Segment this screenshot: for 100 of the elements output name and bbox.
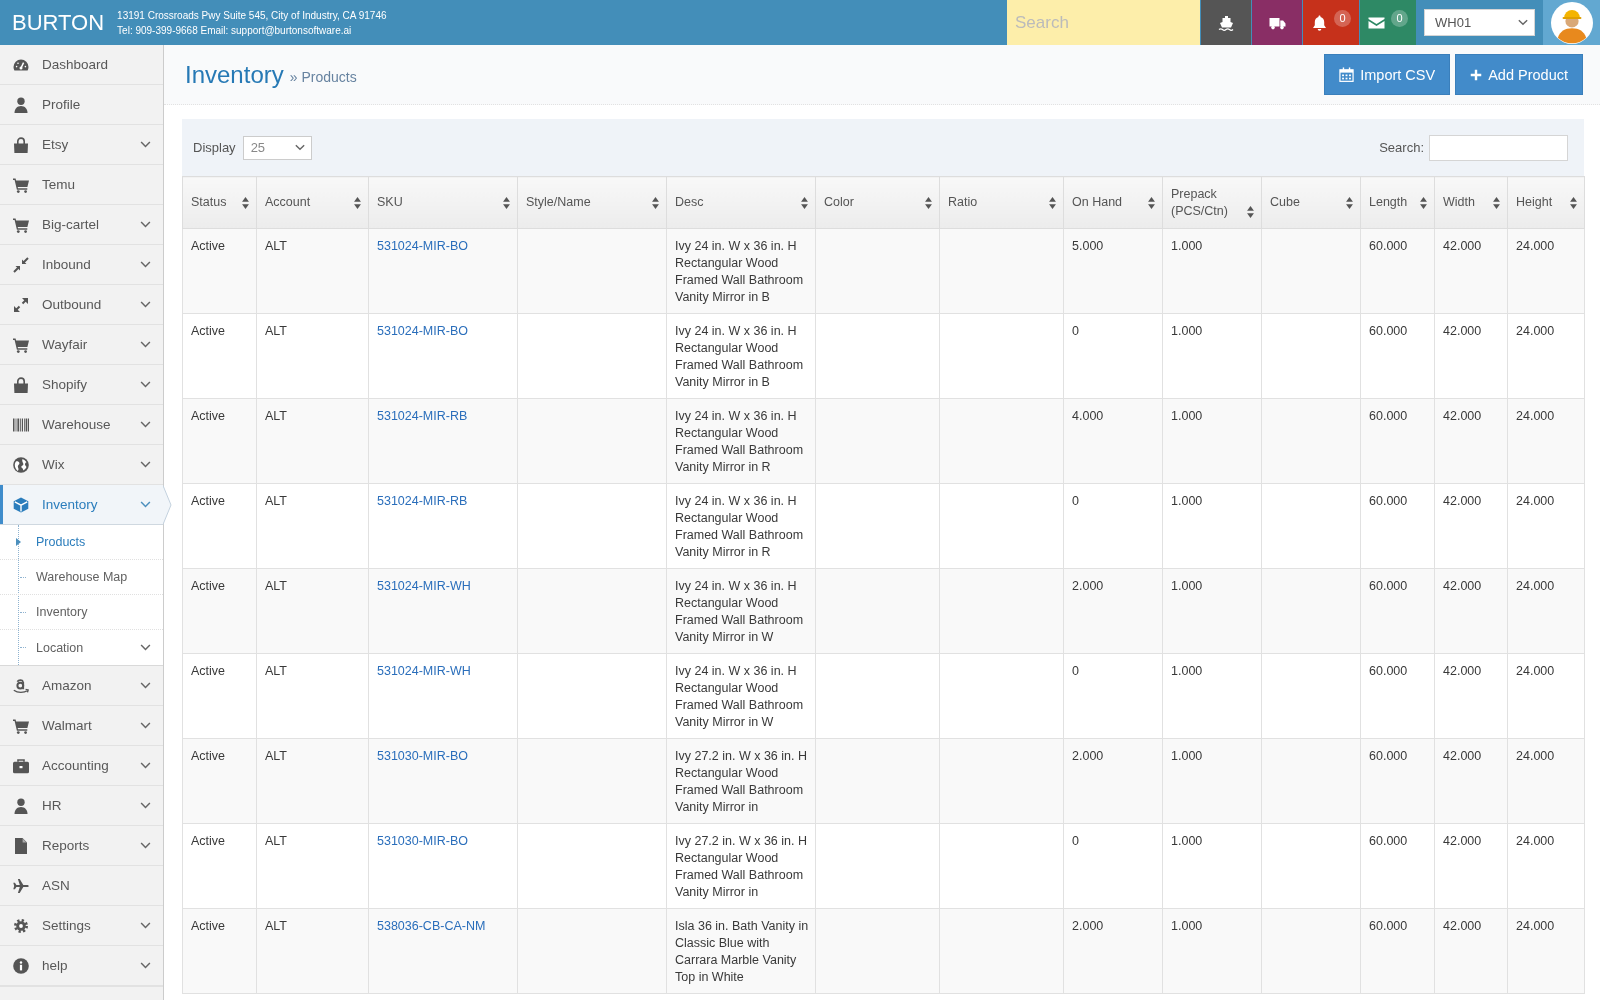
table-cell: 60.000 bbox=[1360, 823, 1435, 909]
sidebar-item[interactable]: Wayfair bbox=[0, 325, 163, 365]
shopping-bag-icon bbox=[12, 376, 30, 393]
search-field[interactable]: Search bbox=[1007, 0, 1200, 45]
add-product-button[interactable]: Add Product bbox=[1455, 54, 1583, 95]
info-icon bbox=[12, 957, 30, 974]
sort-icon bbox=[503, 197, 510, 209]
table-cell: 24.000 bbox=[1507, 738, 1585, 824]
sidebar-item[interactable]: Warehouse bbox=[0, 405, 163, 445]
page-size-select[interactable]: 25 bbox=[242, 135, 312, 160]
column-header[interactable]: Length bbox=[1360, 176, 1435, 229]
table-cell: 42.000 bbox=[1434, 823, 1508, 909]
sort-icon bbox=[242, 197, 249, 209]
breadcrumb-text: » Products bbox=[289, 69, 357, 85]
table-cell: Isla 36 in. Bath Vanity in Classic Blue with Carrara Marble Vanity Top in White bbox=[666, 908, 816, 994]
calendar-icon bbox=[1339, 67, 1355, 82]
sku-link[interactable]: 531024-MIR-RB bbox=[377, 409, 468, 423]
table-cell: Active bbox=[182, 483, 257, 569]
chevron-down-icon bbox=[140, 762, 151, 769]
table-cell: 42.000 bbox=[1434, 908, 1508, 994]
sort-icon bbox=[354, 197, 361, 209]
import-csv-button[interactable]: Import CSV bbox=[1324, 54, 1451, 95]
warehouse-select[interactable]: WH01 bbox=[1424, 9, 1535, 36]
sidebar-item[interactable]: Amazon bbox=[0, 666, 163, 706]
document-icon bbox=[12, 837, 30, 854]
sidebar-item[interactable]: Temu bbox=[0, 165, 163, 205]
search-field[interactable] bbox=[1429, 134, 1568, 161]
column-header[interactable]: Cube bbox=[1261, 176, 1361, 229]
chevron-down-icon bbox=[140, 962, 151, 969]
sidebar-item[interactable]: Big-cartel bbox=[0, 205, 163, 245]
submenu-item[interactable]: Inventory bbox=[0, 595, 163, 630]
brand-name[interactable]: BURTON bbox=[0, 9, 118, 36]
sku-link[interactable]: 531024-MIR-BO bbox=[377, 239, 468, 253]
sort-icon bbox=[1420, 197, 1427, 209]
sidebar-item[interactable]: ASN bbox=[0, 866, 163, 906]
table-cell: 2.000 bbox=[1063, 568, 1163, 654]
table-cell: 1.000 bbox=[1162, 908, 1262, 994]
sku-link[interactable]: 538036-CB-CA-NM bbox=[377, 919, 486, 933]
sku-link[interactable]: 531024-MIR-BO bbox=[377, 324, 468, 338]
column-header[interactable]: Ratio bbox=[939, 176, 1064, 229]
column-header[interactable]: Account bbox=[256, 176, 369, 229]
sidebar-item[interactable]: Dashboard bbox=[0, 45, 163, 85]
sort-icon bbox=[1493, 197, 1500, 209]
table-cell: 42.000 bbox=[1434, 483, 1508, 569]
chevron-down-icon bbox=[140, 802, 151, 809]
sku-link[interactable]: 531024-MIR-RB bbox=[377, 494, 468, 508]
submenu-item[interactable]: Location bbox=[0, 630, 163, 665]
notifications-button[interactable]: 0 bbox=[1303, 0, 1359, 45]
column-header[interactable]: On Hand bbox=[1063, 176, 1163, 229]
table-cell: 0 bbox=[1063, 823, 1163, 909]
table-cell: ALT bbox=[256, 908, 369, 994]
user-menu-button[interactable] bbox=[1543, 0, 1600, 45]
chevron-down-icon bbox=[140, 421, 151, 428]
sidebar-item[interactable]: Outbound bbox=[0, 285, 163, 325]
sidebar-item[interactable]: Inbound bbox=[0, 245, 163, 285]
chevron-down-icon bbox=[294, 144, 305, 151]
sku-link[interactable]: 531030-MIR-BO bbox=[377, 749, 468, 763]
sidebar-item[interactable]: Shopify bbox=[0, 365, 163, 405]
sort-icon bbox=[652, 197, 659, 209]
column-header[interactable]: Status bbox=[182, 176, 257, 229]
sidebar-item[interactable]: Profile bbox=[0, 85, 163, 125]
column-header[interactable]: Prepack (PCS/Ctn) bbox=[1162, 176, 1262, 229]
cart-icon bbox=[12, 717, 30, 734]
column-header[interactable]: Color bbox=[815, 176, 940, 229]
table-cell: 60.000 bbox=[1360, 653, 1435, 739]
ship-button[interactable] bbox=[1201, 0, 1251, 45]
table-cell: ALT bbox=[256, 568, 369, 654]
column-header[interactable]: SKU bbox=[368, 176, 518, 229]
sidebar-item[interactable]: Accounting bbox=[0, 746, 163, 786]
cart-icon bbox=[12, 176, 30, 193]
column-header[interactable]: Desc bbox=[666, 176, 816, 229]
sidebar-item[interactable]: Reports bbox=[0, 826, 163, 866]
sidebar-item[interactable]: Settings bbox=[0, 906, 163, 946]
sku-link[interactable]: 531024-MIR-WH bbox=[377, 664, 471, 678]
sidebar-item[interactable]: HR bbox=[0, 786, 163, 826]
table-cell: 1.000 bbox=[1162, 823, 1262, 909]
column-header[interactable]: Width bbox=[1434, 176, 1508, 229]
table-cell: Active bbox=[182, 568, 257, 654]
table-cell: 60.000 bbox=[1360, 483, 1435, 569]
truck-button[interactable] bbox=[1252, 0, 1302, 45]
sku-link[interactable]: 531024-MIR-WH bbox=[377, 579, 471, 593]
sidebar-item[interactable]: Walmart bbox=[0, 706, 163, 746]
display-label: Display bbox=[193, 140, 236, 155]
table-cell: ALT bbox=[256, 653, 369, 739]
shopping-bag-icon bbox=[12, 136, 30, 153]
sidebar-item[interactable]: help bbox=[0, 946, 163, 986]
table-cell: Ivy 27.2 in. W x 36 in. H Rectangular Wood Framed Wall Bathroom Vanity Mirror in bbox=[666, 823, 816, 909]
table-cell: 42.000 bbox=[1434, 398, 1508, 484]
sku-link[interactable]: 531030-MIR-BO bbox=[377, 834, 468, 848]
submenu-item[interactable]: Products bbox=[0, 525, 163, 560]
address-text: 13191 Crossroads Pwy Suite 545, City of Industry, CA 91746 bbox=[117, 8, 387, 23]
column-header[interactable]: Height bbox=[1507, 176, 1585, 229]
chevron-down-icon bbox=[140, 381, 151, 388]
sidebar-item[interactable]: Etsy bbox=[0, 125, 163, 165]
table-cell: Active bbox=[182, 313, 257, 399]
submenu-item[interactable]: Warehouse Map bbox=[0, 560, 163, 595]
user-icon bbox=[12, 96, 30, 113]
chevron-down-icon bbox=[140, 842, 151, 849]
column-header[interactable]: Style/Name bbox=[517, 176, 667, 229]
table-cell: 4.000 bbox=[1063, 398, 1163, 484]
